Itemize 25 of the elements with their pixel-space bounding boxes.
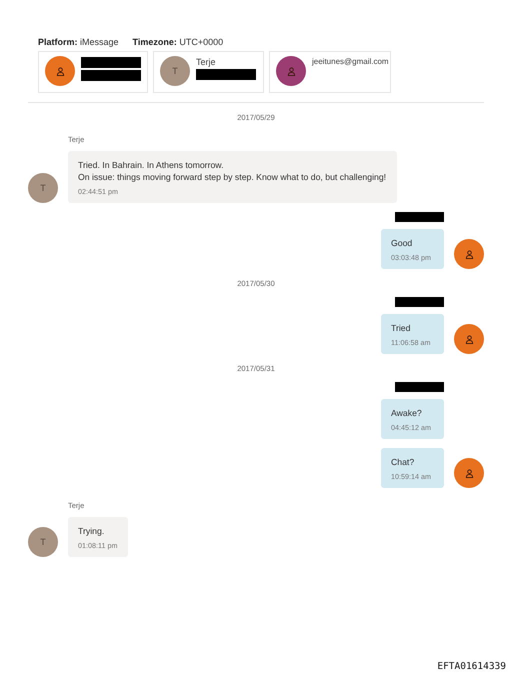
avatar: T <box>28 527 58 557</box>
timezone-text: Timezone: UTC+0000 <box>132 37 224 47</box>
message-text: Tried <box>391 322 412 334</box>
message-text: Awake? <box>391 407 423 419</box>
participant-name: jeeitunes@gmail.com <box>312 57 389 67</box>
redaction-bar <box>81 70 141 81</box>
redaction-bar <box>395 212 444 222</box>
platform-text: Platform: iMessage <box>38 37 119 47</box>
redaction-bar <box>395 382 444 392</box>
message-text: Chat? <box>391 456 416 468</box>
document-number-label: EFTA01614339 <box>437 661 506 672</box>
person-icon <box>464 334 474 344</box>
person-icon <box>464 468 474 478</box>
message-text: Tried. In Bahrain. In Athens tomorrow. On issue: things moving forward step by step. Know what to do, but challenging! <box>78 159 386 183</box>
redaction-bar <box>81 57 141 68</box>
person-icon <box>464 250 474 258</box>
message-text: Trying. <box>78 525 106 537</box>
redaction-bar <box>395 297 444 307</box>
person-icon <box>56 66 64 76</box>
person-icon <box>286 66 296 76</box>
message-text: Good <box>391 237 414 249</box>
participant-name: Terje <box>196 57 217 67</box>
avatar: T <box>28 173 58 203</box>
avatar: T <box>160 56 190 86</box>
redaction-bar <box>196 69 256 80</box>
